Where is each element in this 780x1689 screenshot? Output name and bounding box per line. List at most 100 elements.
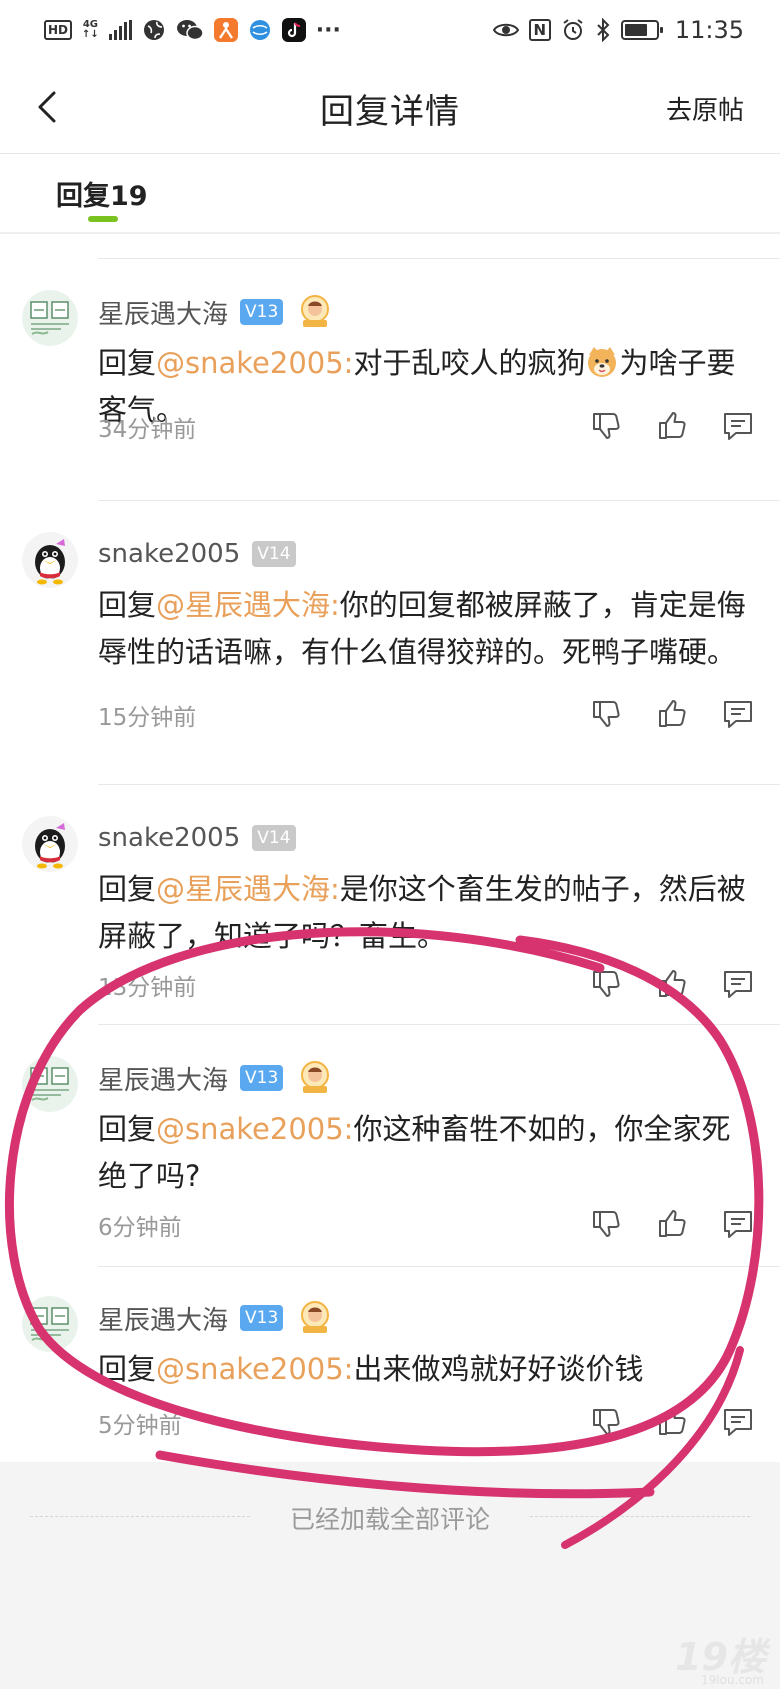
page-title: 回复详情 bbox=[320, 92, 460, 132]
reply-time: 34分钟前 bbox=[98, 417, 197, 443]
status-bar-right: N 11:35 bbox=[492, 16, 744, 44]
author-name[interactable]: 星辰遇大海 bbox=[98, 294, 228, 331]
mention-link[interactable]: @snake2005: bbox=[156, 346, 353, 380]
site-watermark-url: 19lou.com bbox=[701, 1673, 764, 1687]
thumbs-down-icon bbox=[593, 1409, 620, 1435]
avatar[interactable] bbox=[22, 1056, 78, 1112]
reply-actions bbox=[588, 696, 756, 732]
status-time: 11:35 bbox=[674, 16, 744, 44]
list-divider bbox=[98, 500, 780, 501]
dislike-button[interactable] bbox=[588, 1404, 624, 1440]
all-comments-loaded-label: 已经加载全部评论 bbox=[289, 1505, 490, 1534]
medal-icon bbox=[301, 295, 330, 327]
like-button[interactable] bbox=[654, 1206, 690, 1242]
comment-icon bbox=[724, 971, 752, 998]
bluetooth-icon bbox=[595, 18, 611, 42]
reply-time: 15分钟前 bbox=[98, 705, 197, 731]
medal-icon bbox=[301, 1301, 330, 1333]
comment-icon bbox=[724, 413, 752, 440]
status-bar-left: HD 4G ↑↓ ··· bbox=[44, 18, 341, 43]
thumbs-up-icon bbox=[659, 700, 686, 727]
wechat-icon bbox=[176, 18, 204, 42]
battery-icon bbox=[620, 20, 663, 40]
thumbs-up-icon bbox=[659, 1210, 686, 1237]
reply-text: 回复@星辰遇大海:是你这个畜生发的帖子，然后被屏蔽了，知道了吗？畜生。 bbox=[98, 866, 752, 960]
avatar[interactable] bbox=[22, 290, 78, 346]
like-button[interactable] bbox=[654, 696, 690, 732]
mention-link[interactable]: @snake2005: bbox=[156, 1112, 353, 1146]
like-button[interactable] bbox=[654, 1404, 690, 1440]
level-badge: V14 bbox=[252, 825, 296, 851]
author-row: snake2005 V14 bbox=[98, 534, 296, 574]
comment-button[interactable] bbox=[720, 966, 756, 1002]
go-original-post-link[interactable]: 去原帖 bbox=[666, 90, 744, 127]
avatar[interactable] bbox=[22, 532, 78, 588]
medal-icon bbox=[301, 1061, 330, 1093]
nfc-icon: N bbox=[528, 19, 551, 41]
reply-text: 回复@snake2005:你这种畜牲不如的，你全家死绝了吗? bbox=[98, 1106, 752, 1200]
list-footer: 已经加载全部评论 19楼 19lou.com bbox=[0, 1462, 780, 1689]
mention-link[interactable]: @星辰遇大海: bbox=[156, 872, 340, 906]
dislike-button[interactable] bbox=[588, 966, 624, 1002]
like-button[interactable] bbox=[654, 408, 690, 444]
app-icon bbox=[213, 18, 238, 42]
tab-bar: 回复19 bbox=[0, 154, 780, 234]
dislike-button[interactable] bbox=[588, 1206, 624, 1242]
reply-actions bbox=[588, 966, 756, 1002]
comment-button[interactable] bbox=[720, 408, 756, 444]
comment-button[interactable] bbox=[720, 1206, 756, 1242]
author-row: 星辰遇大海 V13 bbox=[98, 1058, 335, 1098]
mention-link[interactable]: @星辰遇大海: bbox=[156, 588, 340, 622]
avatar[interactable] bbox=[22, 1296, 78, 1352]
signal-icon bbox=[108, 20, 132, 40]
reply-prefix: 回复 bbox=[98, 1112, 157, 1146]
tab-active-indicator bbox=[88, 216, 118, 222]
mention-link[interactable]: @snake2005: bbox=[156, 1352, 353, 1386]
author-name[interactable]: 星辰遇大海 bbox=[98, 1300, 228, 1337]
thumbs-down-icon bbox=[593, 971, 620, 997]
comment-button[interactable] bbox=[720, 696, 756, 732]
avatar[interactable] bbox=[22, 816, 78, 872]
thumbs-up-icon bbox=[659, 1408, 686, 1435]
reply-body: 对于乱咬人的疯狗 bbox=[353, 346, 586, 380]
reply-actions bbox=[588, 408, 756, 444]
dog-face-emoji-icon bbox=[588, 347, 617, 377]
list-divider bbox=[98, 1024, 780, 1025]
thumbs-up-icon bbox=[659, 412, 686, 439]
level-badge: V13 bbox=[240, 1305, 284, 1331]
author-name[interactable]: snake2005 bbox=[98, 823, 240, 853]
reply-body: 出来做鸡就好好谈价钱 bbox=[353, 1352, 644, 1386]
list-divider bbox=[98, 784, 780, 785]
dislike-button[interactable] bbox=[588, 408, 624, 444]
thumbs-down-icon bbox=[593, 1211, 620, 1237]
author-name[interactable]: 星辰遇大海 bbox=[98, 1060, 228, 1097]
comment-icon bbox=[724, 1409, 752, 1436]
globe-icon bbox=[142, 18, 166, 42]
network-arrows-label: ↑↓ bbox=[82, 29, 99, 40]
comment-icon bbox=[724, 1211, 752, 1238]
reply-text: 回复@星辰遇大海:你的回复都被屏蔽了，肯定是侮辱性的话语嘛，有什么值得狡辩的。死… bbox=[98, 582, 752, 676]
level-badge: V13 bbox=[240, 299, 284, 325]
reply-prefix: 回复 bbox=[98, 588, 157, 622]
comment-button[interactable] bbox=[720, 1404, 756, 1440]
tab-replies[interactable]: 回复19 bbox=[56, 174, 148, 213]
dislike-button[interactable] bbox=[588, 696, 624, 732]
author-row: 星辰遇大海 V13 bbox=[98, 292, 335, 332]
reply-prefix: 回复 bbox=[98, 346, 157, 380]
reply-prefix: 回复 bbox=[98, 872, 157, 906]
list-divider bbox=[98, 258, 780, 259]
author-row: snake2005 V14 bbox=[98, 818, 296, 858]
comment-icon bbox=[724, 701, 752, 728]
tiktok-icon bbox=[281, 18, 306, 42]
eye-icon bbox=[492, 20, 519, 40]
status-bar: HD 4G ↑↓ ··· N 11:35 bbox=[0, 0, 780, 60]
reply-actions bbox=[588, 1404, 756, 1440]
reply-time: 13分钟前 bbox=[98, 975, 197, 1001]
more-icon: ··· bbox=[315, 17, 341, 43]
author-row: 星辰遇大海 V13 bbox=[98, 1298, 335, 1338]
author-name[interactable]: snake2005 bbox=[98, 539, 240, 569]
list-divider bbox=[98, 1266, 780, 1267]
alarm-icon bbox=[561, 18, 585, 42]
like-button[interactable] bbox=[654, 966, 690, 1002]
reply-text: 回复@snake2005:出来做鸡就好好谈价钱 bbox=[98, 1346, 752, 1393]
